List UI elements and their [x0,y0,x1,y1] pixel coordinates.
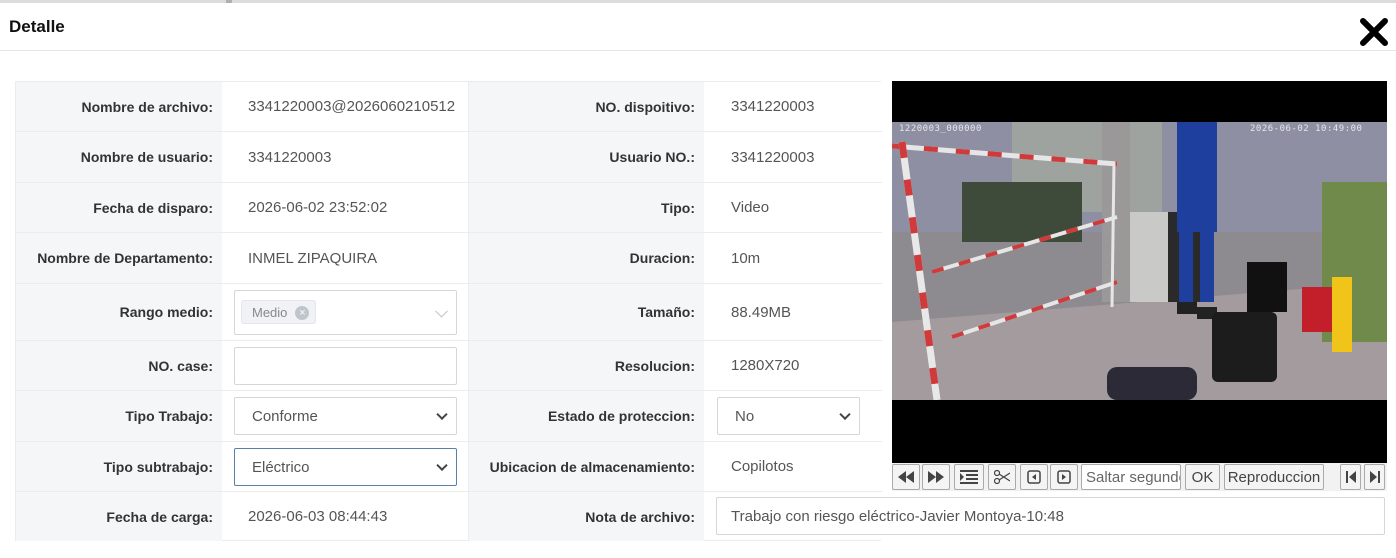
work-subtype-value: Eléctrico [252,458,310,476]
upload-date-label: Fecha de carga: [16,492,222,541]
filename-label: Nombre de archivo: [16,82,222,131]
video-player[interactable]: 1220003_000000 2026-06-02 10:49:00 [892,81,1387,464]
username-label: Nombre de usuario: [16,132,222,182]
file-note-label: Nota de archivo: [468,492,704,541]
department-value: INMEL ZIPAQUIRA [248,249,378,267]
row-work-subtype: Tipo subtrabajo: Eléctrico Ubicacion de … [16,442,882,492]
playback-button[interactable]: Reproduccion [1224,464,1324,490]
chevron-down-icon [436,459,448,472]
scissors-icon[interactable] [988,464,1016,490]
list-icon[interactable] [954,464,984,490]
upload-date-value: 2026-06-03 08:44:43 [248,508,388,525]
work-type-select[interactable]: Conforme [234,397,457,435]
chevron-down-icon [435,304,448,318]
chevron-down-icon [436,408,448,421]
file-note-input[interactable] [716,497,1385,535]
work-type-value: Conforme [252,407,318,425]
dialog-header: Detalle [0,3,1396,51]
media-range-select[interactable]: Medio × [234,290,457,335]
frame-forward-icon[interactable] [1050,464,1078,490]
size-label: Tamaño: [468,284,704,340]
row-trigger-date: Fecha de disparo: 2026-06-02 23:52:02 Ti… [16,183,882,233]
work-subtype-label: Tipo subtrabajo: [16,442,222,491]
case-no-input[interactable] [234,347,457,385]
device-no-label: NO. dispoitivo: [468,82,704,131]
user-no-label: Usuario NO.: [468,132,704,182]
ok-button[interactable]: OK [1185,464,1220,490]
storage-value: Copilotos [731,458,794,475]
seek-seconds-input[interactable] [1081,464,1181,490]
row-department: Nombre de Departamento: INMEL ZIPAQUIRA … [16,233,882,284]
username-value: 3341220003 [248,148,332,166]
trigger-date-value: 2026-06-02 23:52:02 [248,199,388,216]
row-media-range: Rango medio: Medio × Tamaño: 88.49MB [16,284,882,341]
row-work-type: Tipo Trabajo: Conforme Estado de protecc… [16,391,882,442]
frame-back-icon[interactable] [1020,464,1048,490]
tag-remove-icon[interactable]: × [295,306,310,320]
row-case-no: NO. case: Resolucion: 1280X720 [16,341,882,391]
rewind-icon[interactable] [892,464,920,490]
media-range-tag: Medio × [241,300,317,324]
duration-value: 10m [731,249,761,267]
department-label: Nombre de Departamento: [16,233,222,283]
protection-value: No [735,407,755,425]
row-filename: Nombre de archivo: 3341220003@2026060210… [16,82,882,132]
resolution-label: Resolucion: [468,341,704,390]
work-subtype-select[interactable]: Eléctrico [234,448,457,486]
detail-form: Nombre de archivo: 3341220003@2026060210… [15,81,882,541]
resolution-value: 1280X720 [731,357,800,374]
user-no-value: 3341220003 [731,148,815,166]
type-label: Tipo: [468,183,704,232]
filename-value: 3341220003@2026060210512 [248,98,456,115]
row-username: Nombre de usuario: 3341220003 Usuario NO… [16,132,882,183]
work-type-label: Tipo Trabajo: [16,391,222,441]
type-value: Video [731,199,770,216]
trigger-date-label: Fecha de disparo: [16,183,222,232]
storage-label: Ubicacion de almacenamiento: [468,442,704,491]
skip-end-icon[interactable] [1364,464,1385,490]
video-osd-id: 1220003_000000 [899,124,982,134]
device-no-value: 3341220003 [731,98,815,115]
protection-select[interactable]: No [717,397,860,435]
close-icon[interactable] [1358,16,1390,48]
player-controls: OK Reproduccion [892,463,1387,491]
media-range-label: Rango medio: [16,284,222,340]
fast-forward-icon[interactable] [922,464,950,490]
chevron-down-icon [839,408,851,421]
size-value: 88.49MB [731,303,792,321]
protection-label: Estado de proteccion: [468,391,704,441]
duration-label: Duracion: [468,233,704,283]
video-frame [892,122,1387,400]
dialog-title: Detalle [9,17,65,36]
skip-start-icon[interactable] [1340,464,1361,490]
case-no-label: NO. case: [16,341,222,390]
video-osd-time: 2026-06-02 10:49:00 [1250,124,1363,134]
media-range-tag-label: Medio [252,304,288,320]
